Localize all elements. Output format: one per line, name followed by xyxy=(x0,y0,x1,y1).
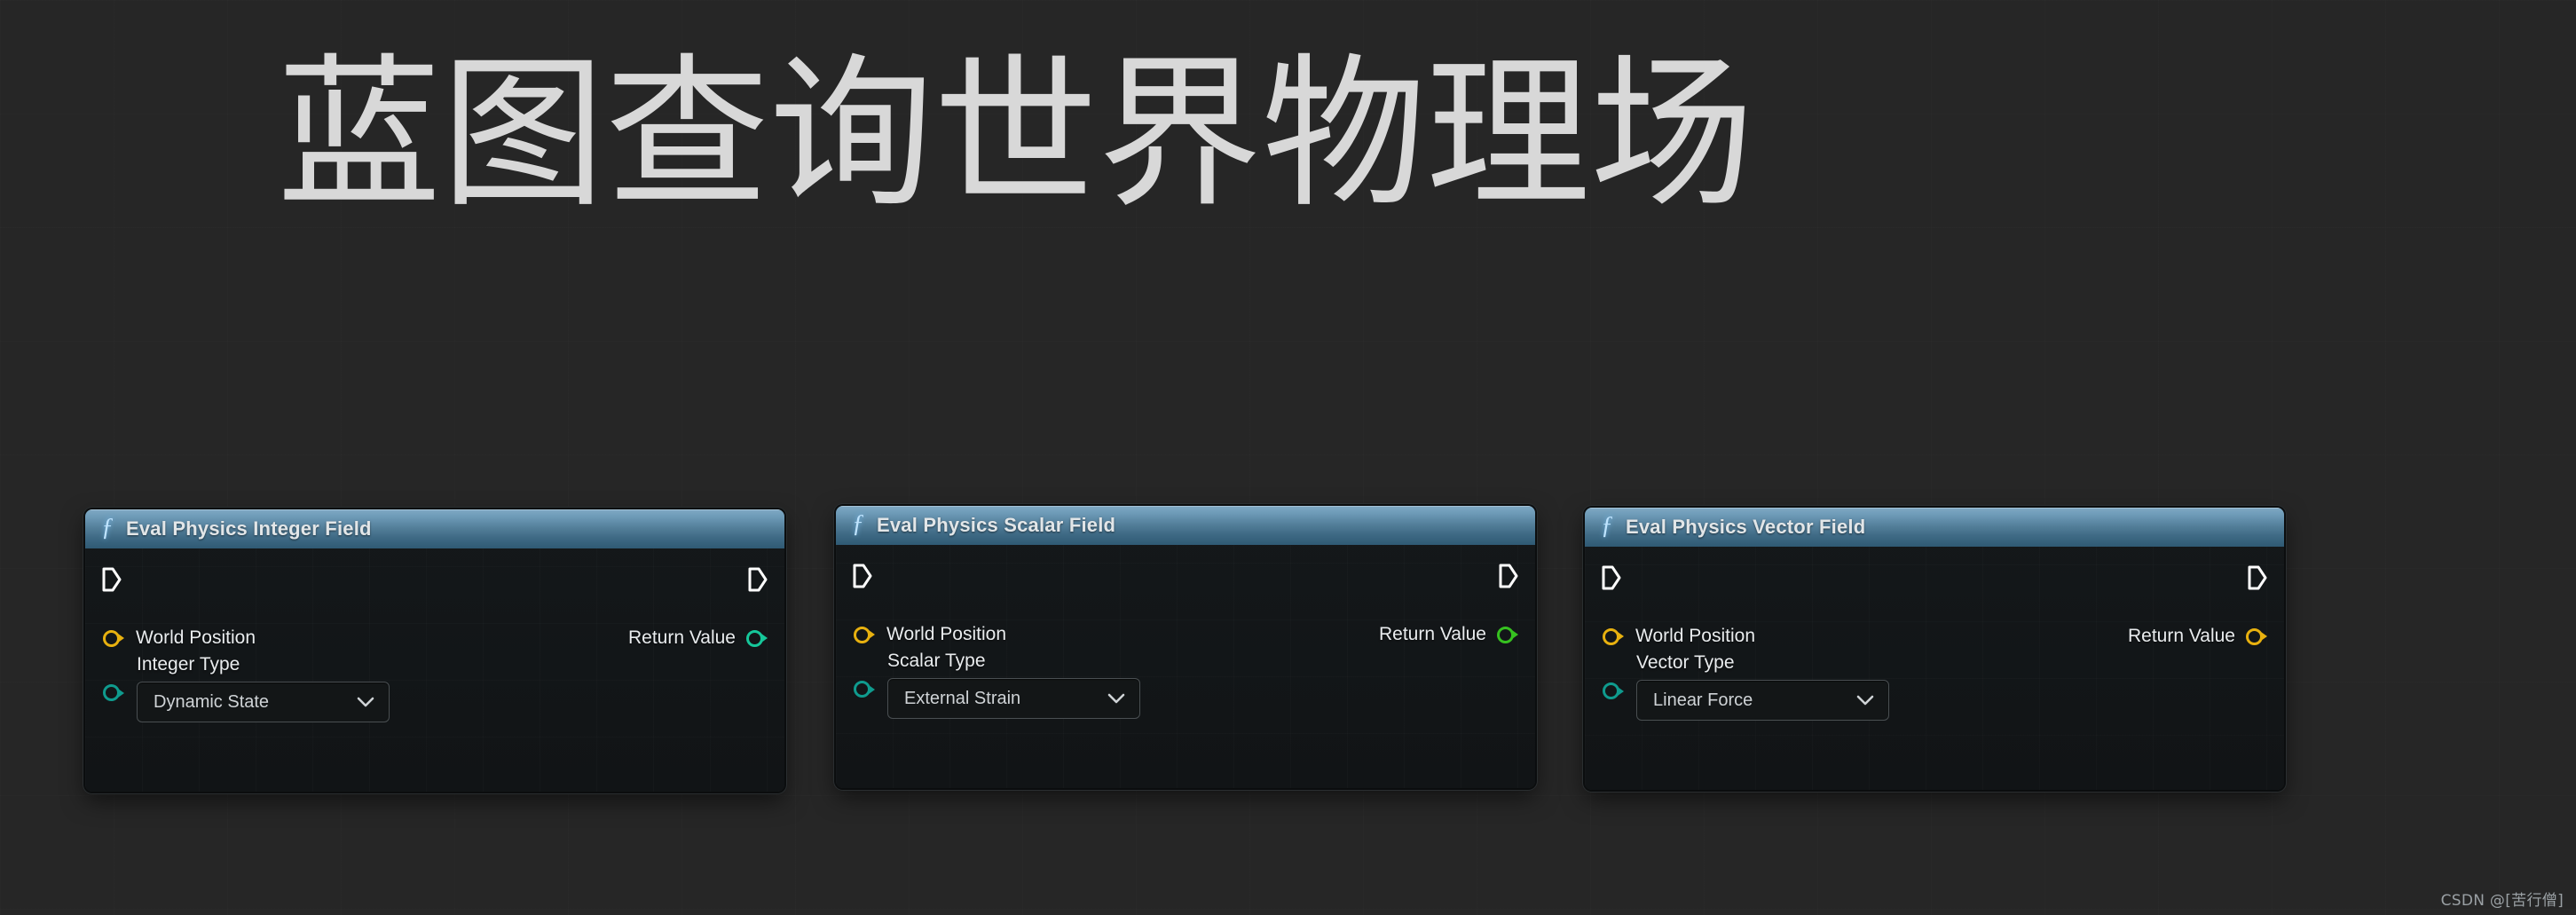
integer-type-dropdown[interactable]: Dynamic State xyxy=(137,682,390,722)
function-f-icon: ƒ xyxy=(101,514,114,541)
blueprint-node-eval-physics-vector-field[interactable]: ƒ Eval Physics Vector Field World Positi… xyxy=(1585,508,2284,790)
blueprint-canvas: 蓝图查询世界物理场 ƒ Eval Physics Integer Field W… xyxy=(0,0,2576,915)
chevron-down-icon xyxy=(1856,695,1874,706)
chevron-down-icon xyxy=(357,697,374,707)
input-pin-row-world-position[interactable]: World Position xyxy=(854,624,1006,645)
node-header[interactable]: ƒ Eval Physics Vector Field xyxy=(1585,508,2284,547)
enum-block-integer-type: Integer Type Dynamic State xyxy=(137,654,390,722)
output-pin-label: Return Value xyxy=(2127,626,2235,646)
input-pin-row-world-position[interactable]: World Position xyxy=(1603,626,1755,647)
exec-output-pin[interactable] xyxy=(747,566,768,593)
enum-input-pin-icon[interactable] xyxy=(1603,682,1625,699)
function-f-icon: ƒ xyxy=(852,510,864,538)
world-position-pin-icon[interactable] xyxy=(854,626,876,643)
output-pin-row-return-value[interactable]: Return Value xyxy=(2128,626,2268,647)
exec-output-pin[interactable] xyxy=(1498,563,1519,589)
world-position-pin-icon[interactable] xyxy=(103,629,125,647)
enum-block-scalar-type: Scalar Type External Strain xyxy=(887,651,1140,719)
node-body: World Position Return Value Vector Type … xyxy=(1585,547,2284,790)
enum-label: Vector Type xyxy=(1636,652,1735,673)
enum-block-vector-type: Vector Type Linear Force xyxy=(1636,652,1889,721)
output-pin-label: Return Value xyxy=(627,627,736,648)
enum-label: Integer Type xyxy=(137,654,240,674)
output-pin-row-return-value[interactable]: Return Value xyxy=(628,627,768,649)
node-body: World Position Return Value Integer Type… xyxy=(85,548,784,792)
dropdown-selected-value: External Strain xyxy=(904,688,1021,708)
input-pin-label: World Position xyxy=(136,627,256,648)
node-title: Eval Physics Vector Field xyxy=(1626,516,1866,538)
node-header[interactable]: ƒ Eval Physics Integer Field xyxy=(85,509,784,548)
input-pin-row-world-position[interactable]: World Position xyxy=(103,627,256,649)
vector-type-dropdown[interactable]: Linear Force xyxy=(1636,680,1889,721)
chevron-down-icon xyxy=(1107,693,1125,704)
return-value-pin-icon[interactable] xyxy=(2246,627,2268,645)
exec-output-pin[interactable] xyxy=(2247,564,2268,591)
output-pin-row-return-value[interactable]: Return Value xyxy=(1379,624,1519,645)
exec-input-pin[interactable] xyxy=(101,566,122,593)
enum-input-pin-icon[interactable] xyxy=(103,684,125,701)
return-value-pin-icon[interactable] xyxy=(746,629,768,647)
watermark: CSDN @[苦行僧] xyxy=(2440,892,2564,910)
enum-label: Scalar Type xyxy=(887,651,986,671)
input-pin-label: World Position xyxy=(886,624,1007,644)
node-header[interactable]: ƒ Eval Physics Scalar Field xyxy=(836,506,1535,545)
blueprint-node-eval-physics-scalar-field[interactable]: ƒ Eval Physics Scalar Field World Positi… xyxy=(836,506,1535,788)
scalar-type-dropdown[interactable]: External Strain xyxy=(887,678,1140,719)
page-title: 蓝图查询世界物理场 xyxy=(277,38,1754,230)
blueprint-node-eval-physics-integer-field[interactable]: ƒ Eval Physics Integer Field World Posit… xyxy=(85,509,784,792)
node-body: World Position Return Value Scalar Type … xyxy=(836,545,1535,788)
world-position-pin-icon[interactable] xyxy=(1603,627,1625,645)
enum-input-pin-icon[interactable] xyxy=(854,681,876,698)
exec-input-pin[interactable] xyxy=(1601,564,1622,591)
dropdown-selected-value: Linear Force xyxy=(1653,690,1753,710)
node-title: Eval Physics Scalar Field xyxy=(877,514,1116,536)
dropdown-selected-value: Dynamic State xyxy=(154,691,270,712)
function-f-icon: ƒ xyxy=(1601,512,1613,540)
input-pin-label: World Position xyxy=(1635,626,1756,646)
output-pin-label: Return Value xyxy=(1378,624,1486,644)
exec-input-pin[interactable] xyxy=(852,563,873,589)
node-title: Eval Physics Integer Field xyxy=(126,517,372,540)
return-value-pin-icon[interactable] xyxy=(1497,626,1519,643)
